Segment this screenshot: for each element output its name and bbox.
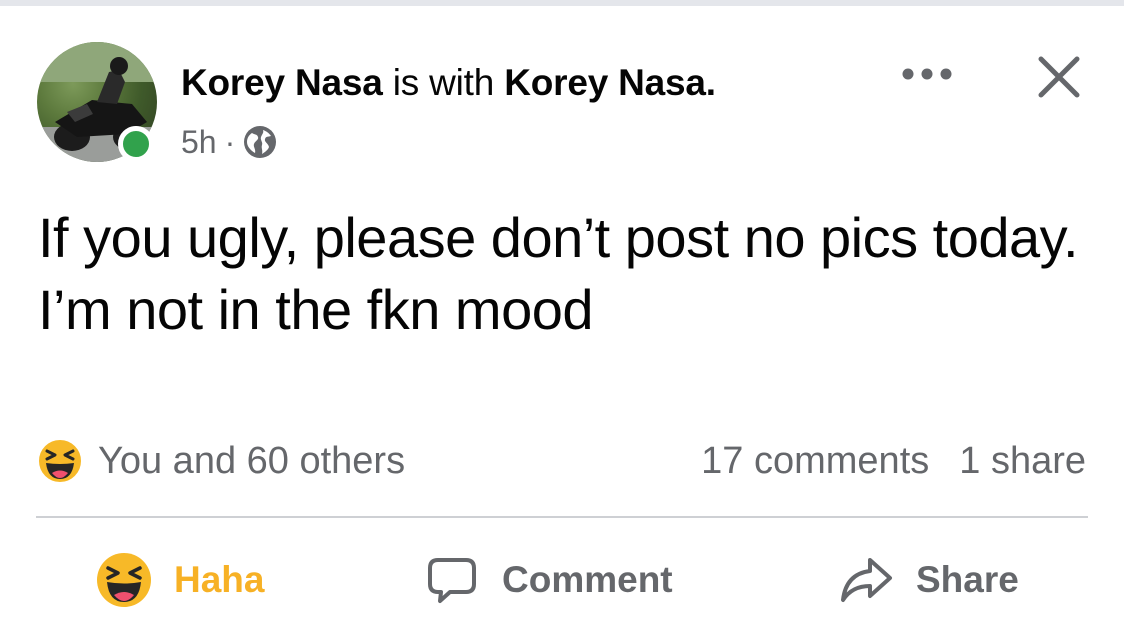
reactions-summary[interactable]: You and 60 others <box>36 436 405 486</box>
haha-emoji-icon <box>97 553 151 607</box>
comment-button[interactable]: Comment <box>424 552 673 608</box>
engagement-counts: 17 comments 1 share <box>701 436 1086 486</box>
online-status-dot <box>118 126 154 162</box>
comment-label: Comment <box>502 559 673 600</box>
reactions-summary-text: You and 60 others <box>98 439 406 482</box>
meta-separator: · <box>224 123 236 160</box>
haha-label: Haha <box>174 559 265 600</box>
more-options-icon[interactable] <box>900 62 954 86</box>
top-divider <box>0 0 1124 6</box>
author-name[interactable]: Korey Nasa <box>181 62 383 103</box>
post-text: If you ugly, please don’t post no pics t… <box>38 206 1079 341</box>
globe-icon <box>244 126 277 158</box>
tagged-name[interactable]: Korey Nasa. <box>504 62 716 103</box>
post-time[interactable]: 5h <box>181 124 217 161</box>
post-header: Korey Nasa is with Korey Nasa. <box>181 62 716 104</box>
actions-divider <box>36 516 1088 518</box>
shares-count[interactable]: 1 share <box>959 440 1086 483</box>
post-meta: 5h · <box>181 122 277 162</box>
comment-icon <box>428 558 476 603</box>
share-label: Share <box>916 559 1019 600</box>
haha-emoji-icon <box>37 438 83 484</box>
share-button[interactable]: Share <box>838 552 1019 608</box>
close-icon[interactable] <box>1034 52 1084 102</box>
comments-count[interactable]: 17 comments <box>701 440 929 483</box>
with-text: is with <box>392 62 495 103</box>
share-arrow-icon <box>841 558 892 602</box>
haha-reaction-button[interactable]: Haha <box>96 552 264 608</box>
